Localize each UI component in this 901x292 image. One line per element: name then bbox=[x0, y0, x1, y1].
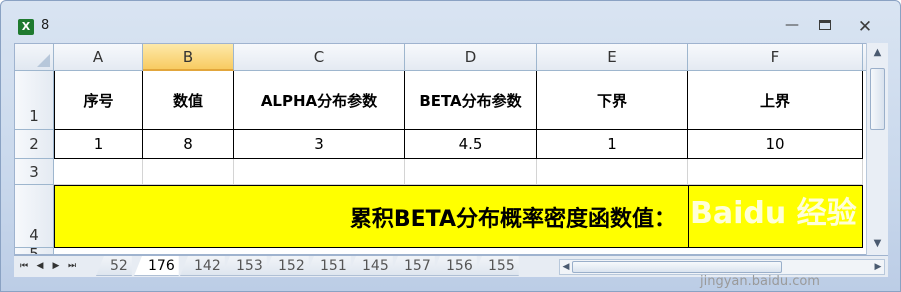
cell-b2[interactable]: 8 bbox=[143, 130, 234, 159]
title-bar: X 8 — ✕ bbox=[1, 1, 900, 41]
cell-c1[interactable]: ALPHA分布参数 bbox=[234, 71, 405, 130]
sheet-tab[interactable]: 145 bbox=[348, 256, 393, 276]
horizontal-scrollbar[interactable]: ◀ ▶ bbox=[559, 259, 885, 275]
sheet-tab[interactable]: 142 bbox=[180, 256, 225, 276]
cell-f3[interactable] bbox=[688, 159, 863, 185]
column-header-b[interactable]: B bbox=[143, 44, 234, 71]
row-header-1[interactable]: 1 bbox=[15, 71, 54, 130]
sheet-tab[interactable]: 52 bbox=[96, 256, 132, 276]
excel-icon: X bbox=[18, 19, 34, 35]
close-button[interactable]: ✕ bbox=[854, 17, 876, 37]
maximize-button[interactable] bbox=[814, 17, 836, 37]
cell-c3[interactable] bbox=[234, 159, 405, 185]
column-header-a[interactable]: A bbox=[54, 44, 143, 71]
scroll-down-icon[interactable]: ▼ bbox=[869, 236, 886, 251]
column-header-c[interactable]: C bbox=[234, 44, 405, 71]
row-header-4[interactable]: 4 bbox=[15, 185, 54, 248]
maximize-icon bbox=[819, 20, 831, 30]
vertical-scroll-thumb[interactable] bbox=[870, 68, 885, 130]
result-label-cell[interactable]: 累积BETA分布概率密度函数值： bbox=[54, 185, 689, 248]
cell-d3[interactable] bbox=[405, 159, 537, 185]
horizontal-scroll-thumb[interactable] bbox=[572, 261, 782, 273]
prev-sheet-icon[interactable]: ◀ bbox=[34, 259, 46, 273]
scroll-left-icon[interactable]: ◀ bbox=[560, 260, 572, 274]
baidu-watermark-logo: Baidu 经验 bbox=[690, 196, 857, 231]
first-sheet-icon[interactable]: ⏮ bbox=[18, 259, 30, 273]
cell-a2[interactable]: 1 bbox=[54, 130, 143, 159]
cell-f2[interactable]: 10 bbox=[688, 130, 863, 159]
watermark-url: jingyan.baidu.com bbox=[700, 274, 820, 289]
minimize-button[interactable]: — bbox=[781, 17, 803, 37]
sheet-tab[interactable]: 157 bbox=[390, 256, 435, 276]
cell-a3[interactable] bbox=[54, 159, 143, 185]
cell-a1[interactable]: 序号 bbox=[54, 71, 143, 130]
cell-f1[interactable]: 上界 bbox=[688, 71, 863, 130]
cell-e1[interactable]: 下界 bbox=[537, 71, 688, 130]
scroll-up-icon[interactable]: ▲ bbox=[869, 45, 886, 60]
sheet-tab[interactable]: 151 bbox=[306, 256, 351, 276]
column-header-d[interactable]: D bbox=[405, 44, 537, 71]
cell-b3[interactable] bbox=[143, 159, 234, 185]
last-sheet-icon[interactable]: ⏭ bbox=[66, 259, 78, 273]
select-all-corner[interactable] bbox=[15, 44, 54, 71]
select-all-icon bbox=[37, 54, 50, 67]
cell-d1[interactable]: BETA分布参数 bbox=[405, 71, 537, 130]
cell-c2[interactable]: 3 bbox=[234, 130, 405, 159]
row-header-5[interactable]: 5 bbox=[15, 247, 54, 254]
scroll-right-icon[interactable]: ▶ bbox=[872, 260, 884, 274]
sheet-tab[interactable]: 153 bbox=[222, 256, 267, 276]
sheet-tab[interactable]: 156 bbox=[432, 256, 477, 276]
window-title: 8 bbox=[41, 18, 50, 33]
cell-d2[interactable]: 4.5 bbox=[405, 130, 537, 159]
next-sheet-icon[interactable]: ▶ bbox=[50, 259, 62, 273]
row-header-2[interactable]: 2 bbox=[15, 130, 54, 159]
sheet-tab[interactable]: 155 bbox=[474, 256, 519, 276]
sheet-tab-active[interactable]: 176 bbox=[134, 256, 179, 276]
cell-b1[interactable]: 数值 bbox=[143, 71, 234, 130]
column-header-e[interactable]: E bbox=[537, 44, 688, 71]
cell-e3[interactable] bbox=[537, 159, 688, 185]
sheet-tab[interactable]: 152 bbox=[264, 256, 309, 276]
cell-e2[interactable]: 1 bbox=[537, 130, 688, 159]
column-header-f[interactable]: F bbox=[688, 44, 863, 71]
row-header-3[interactable]: 3 bbox=[15, 159, 54, 185]
